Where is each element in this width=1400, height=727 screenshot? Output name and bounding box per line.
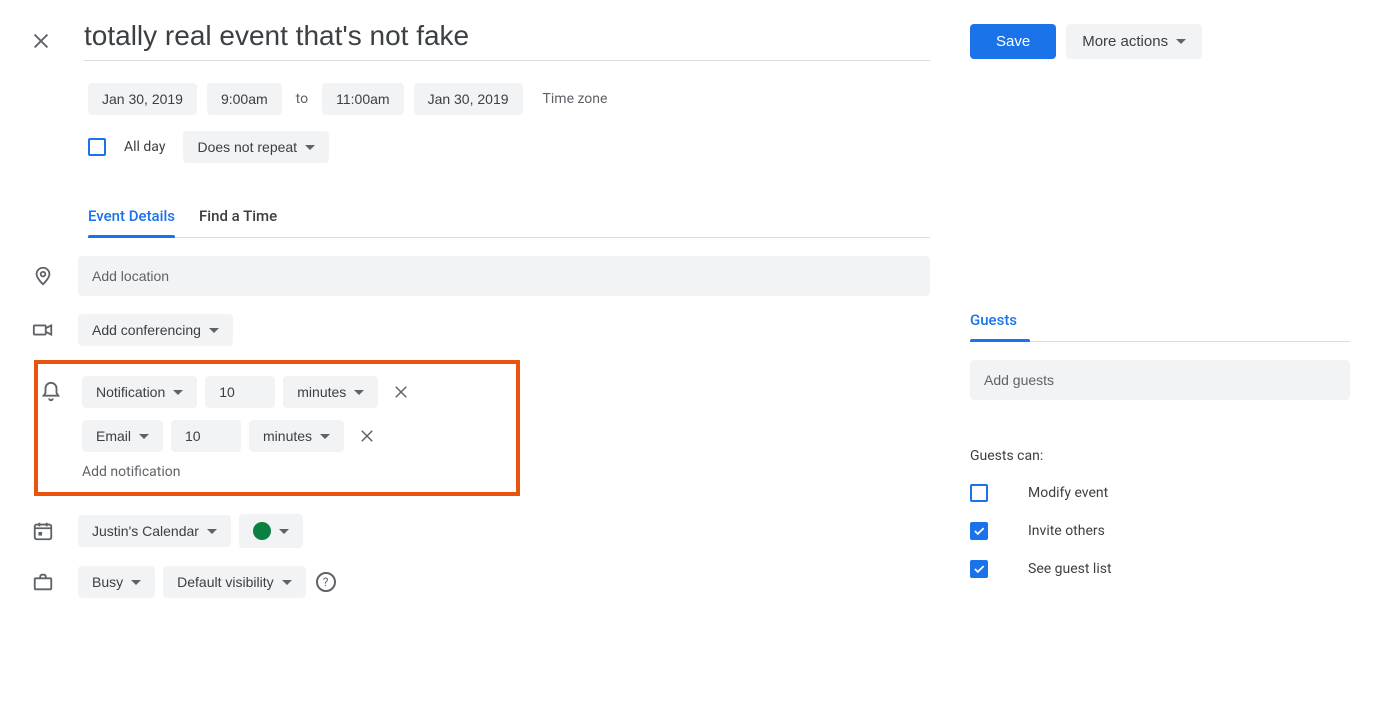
to-label: to [292,91,312,107]
notif2-type-select[interactable]: Email [82,420,163,452]
bell-icon [38,381,82,403]
repeat-label: Does not repeat [197,139,297,155]
chevron-down-icon [279,529,289,534]
modify-event-checkbox[interactable] [970,484,988,502]
conferencing-select[interactable]: Add conferencing [78,314,233,346]
calendar-icon [30,520,78,542]
notif1-value-wrap [205,376,275,408]
invite-others-checkbox[interactable] [970,522,988,540]
location-icon [30,265,78,287]
briefcase-icon [30,571,78,593]
title-wrap [84,20,930,61]
start-time-label: 9:00am [221,91,268,107]
notif2-unit-select[interactable]: minutes [249,420,344,452]
end-date-chip[interactable]: Jan 30, 2019 [414,83,523,115]
conferencing-label: Add conferencing [92,322,201,338]
color-dot-icon [253,522,271,540]
save-button[interactable]: Save [970,24,1056,59]
see-guest-list-label: See guest list [1028,561,1112,577]
busy-select[interactable]: Busy [78,566,155,598]
chevron-down-icon [207,529,217,534]
guests-input[interactable] [970,360,1350,400]
chevron-down-icon [305,145,315,150]
visibility-select[interactable]: Default visibility [163,566,305,598]
notif1-unit-select[interactable]: minutes [283,376,378,408]
event-title-input[interactable] [84,20,930,52]
tabs: Event Details Find a Time [88,207,930,238]
chevron-down-icon [173,390,183,395]
notif2-value-input[interactable] [185,428,227,444]
more-actions-button[interactable]: More actions [1066,24,1202,59]
end-time-label: 11:00am [336,91,389,107]
add-notification-link[interactable]: Add notification [82,464,181,480]
video-icon [30,319,78,341]
chevron-down-icon [354,390,364,395]
notif2-unit-label: minutes [263,428,312,444]
chevron-down-icon [131,580,141,585]
start-date-chip[interactable]: Jan 30, 2019 [88,83,197,115]
calendar-select[interactable]: Justin's Calendar [78,515,231,547]
invite-others-label: Invite others [1028,523,1105,539]
chevron-down-icon [139,434,149,439]
start-time-chip[interactable]: 9:00am [207,83,282,115]
see-guest-list-checkbox[interactable] [970,560,988,578]
tab-guests[interactable]: Guests [970,311,1017,341]
notifications-highlight: Notification minutes Email [34,360,520,496]
more-actions-label: More actions [1082,33,1168,50]
color-select[interactable] [239,514,303,548]
notif1-remove-icon[interactable] [386,377,416,407]
allday-label[interactable]: All day [124,139,165,155]
visibility-label: Default visibility [177,574,273,590]
chevron-down-icon [320,434,330,439]
help-icon[interactable]: ? [316,572,336,592]
timezone-link[interactable]: Time zone [543,91,608,107]
tab-find-time[interactable]: Find a Time [199,207,277,237]
notif2-type-label: Email [96,428,131,444]
end-time-chip[interactable]: 11:00am [322,83,403,115]
location-input[interactable] [78,256,930,296]
start-date-label: Jan 30, 2019 [102,91,183,107]
modify-event-label: Modify event [1028,485,1108,501]
busy-label: Busy [92,574,123,590]
chevron-down-icon [282,580,292,585]
chevron-down-icon [1176,39,1186,44]
repeat-select[interactable]: Does not repeat [183,131,329,163]
tab-event-details[interactable]: Event Details [88,207,175,237]
notif1-type-label: Notification [96,384,165,400]
notif1-type-select[interactable]: Notification [82,376,197,408]
end-date-label: Jan 30, 2019 [428,91,509,107]
notif1-unit-label: minutes [297,384,346,400]
allday-checkbox[interactable] [88,138,106,156]
close-icon[interactable] [30,30,54,52]
notif2-remove-icon[interactable] [352,421,382,451]
notif1-value-input[interactable] [219,384,261,400]
calendar-name-label: Justin's Calendar [92,523,199,539]
chevron-down-icon [209,328,219,333]
guests-can-label: Guests can: [970,448,1350,464]
notif2-value-wrap [171,420,241,452]
